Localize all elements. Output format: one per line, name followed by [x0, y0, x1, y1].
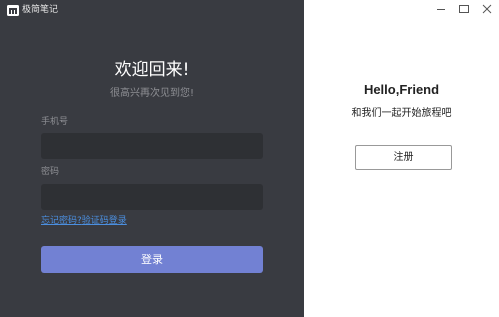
- password-label: 密码: [41, 167, 60, 177]
- app-name: 极简笔记: [22, 4, 59, 15]
- close-button[interactable]: [481, 3, 493, 15]
- sms-login-link[interactable]: 验证码登录: [82, 216, 127, 226]
- forgot-password-link[interactable]: 忘记密码?: [41, 216, 82, 226]
- login-title: 欢迎回来!: [114, 60, 190, 80]
- register-title: Hello,Friend: [363, 82, 440, 97]
- login-links: 忘记密码?验证码登录: [41, 215, 127, 227]
- register-subtitle: 和我们一起开始旅程吧: [351, 108, 452, 119]
- phone-label: 手机号: [41, 117, 69, 127]
- login-subtitle: 很高兴再次见到您!: [109, 88, 194, 99]
- minimize-button[interactable]: [435, 3, 447, 15]
- login-panel: 极简笔记 欢迎回来! 很高兴再次见到您! 手机号 密码 忘记密码?验证码登录 登…: [0, 0, 304, 317]
- close-icon: [482, 4, 492, 14]
- phone-input[interactable]: [41, 133, 263, 159]
- app-window: 极简笔记 欢迎回来! 很高兴再次见到您! 手机号 密码 忘记密码?验证码登录 登…: [0, 0, 499, 317]
- register-button[interactable]: 注册: [355, 145, 452, 170]
- app-title-bar: 极简笔记: [7, 3, 58, 17]
- app-logo-icon: [7, 4, 19, 16]
- maximize-button[interactable]: [458, 3, 470, 15]
- maximize-icon: [459, 5, 469, 13]
- minimize-icon: [437, 9, 445, 10]
- register-panel: Hello,Friend 和我们一起开始旅程吧 注册: [304, 0, 499, 317]
- password-input[interactable]: [41, 184, 263, 210]
- login-button[interactable]: 登录: [41, 246, 263, 273]
